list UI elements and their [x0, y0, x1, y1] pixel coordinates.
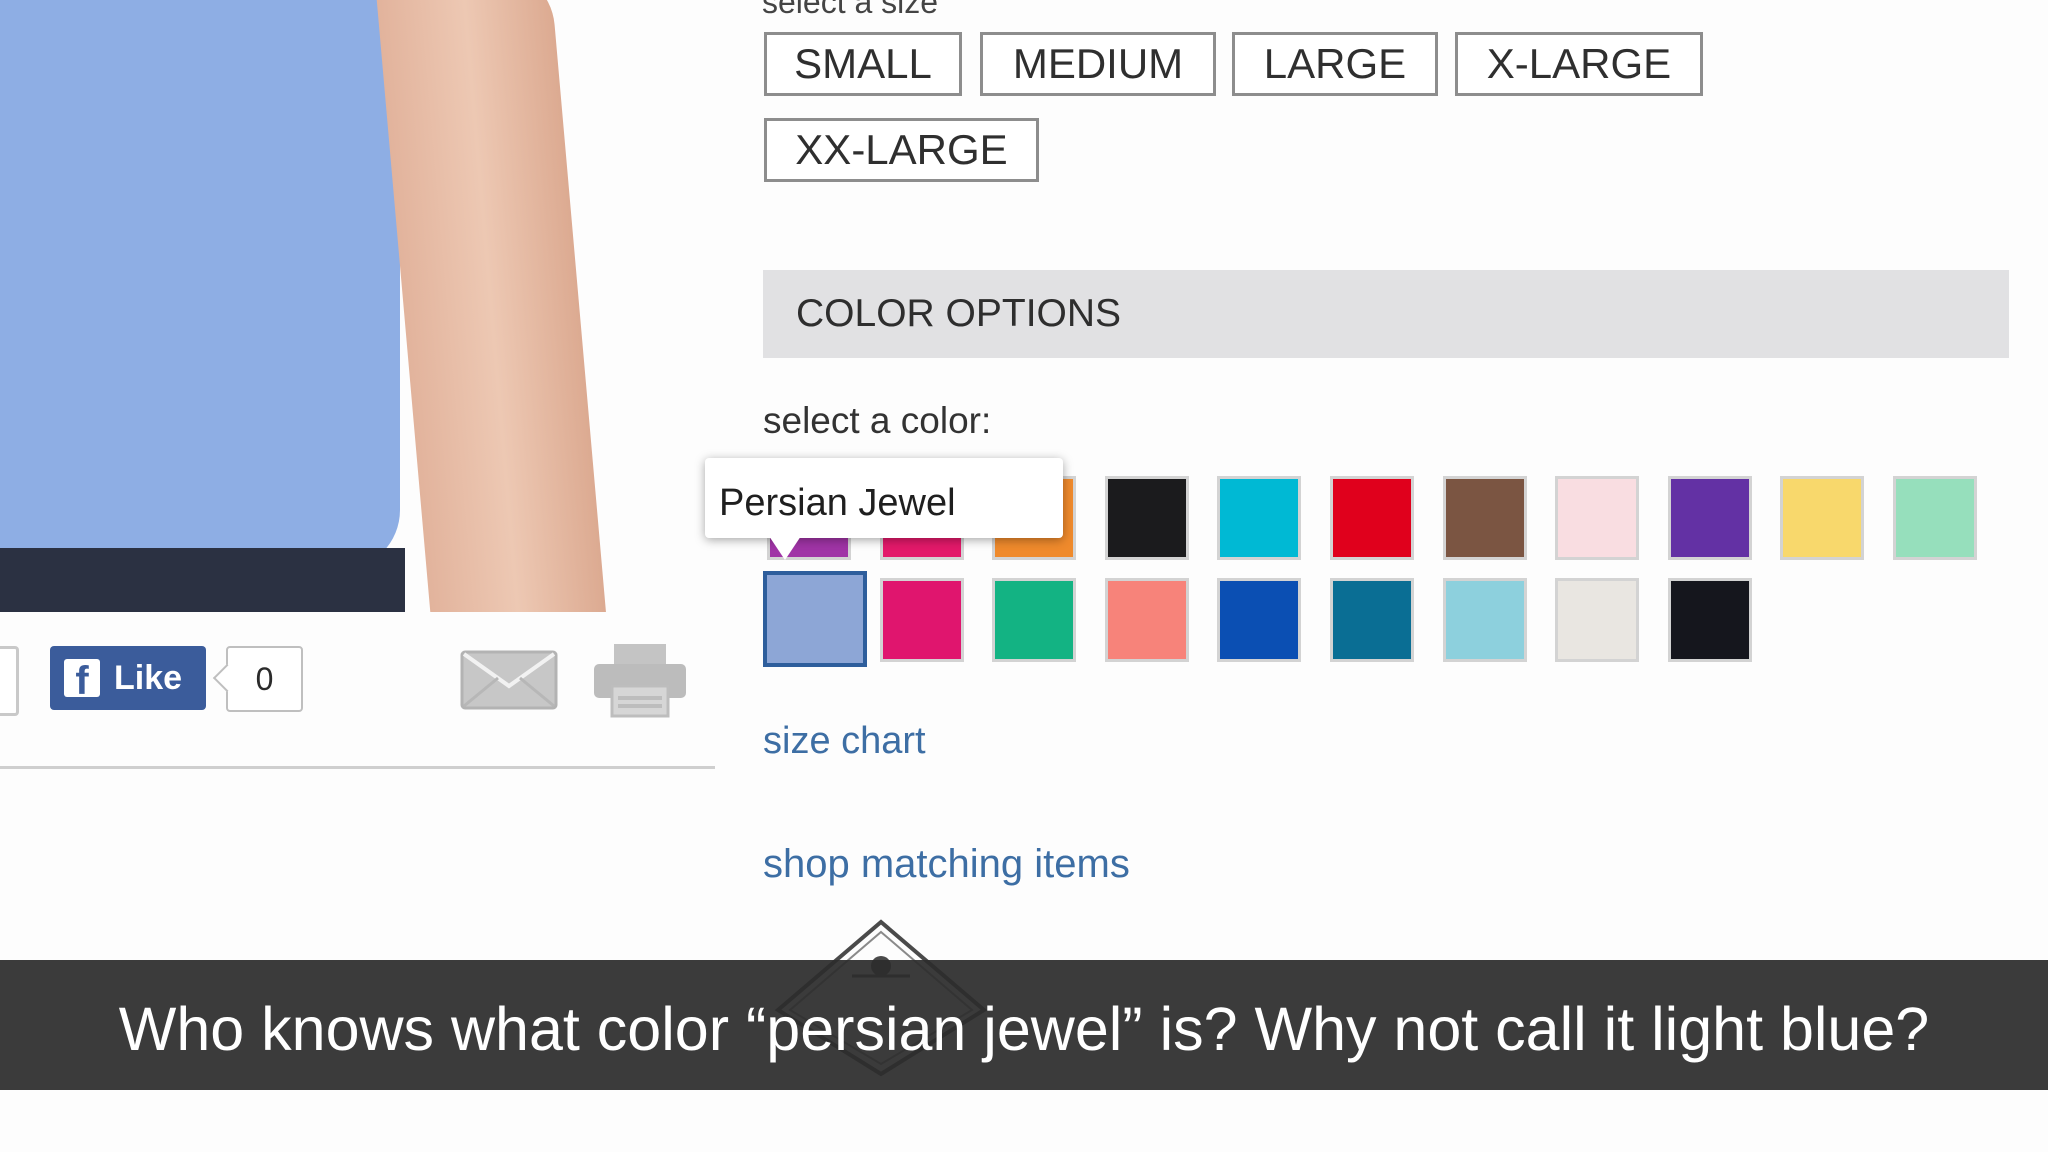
model-arm: [375, 0, 606, 612]
select-color-label: select a color:: [763, 400, 992, 441]
like-label: Like: [114, 658, 183, 697]
share-bar: f Like 0: [0, 612, 715, 770]
color-swatch[interactable]: [1893, 476, 1977, 560]
color-swatch[interactable]: [1443, 476, 1527, 560]
divider: [0, 766, 715, 769]
caption-bar: Who knows what color “persian jewel” is?…: [0, 960, 2048, 1090]
color-swatch[interactable]: [1330, 476, 1414, 560]
size-large-button[interactable]: LARGE: [1232, 32, 1438, 96]
caption-text: Who knows what color “persian jewel” is?…: [118, 995, 1930, 1063]
facebook-icon: f: [64, 659, 100, 703]
product-photo: [0, 0, 720, 612]
email-icon[interactable]: [460, 650, 558, 710]
color-swatch[interactable]: [1668, 476, 1752, 560]
color-options-header: COLOR OPTIONS: [763, 270, 2009, 358]
share-button-partial[interactable]: [0, 646, 19, 716]
color-swatch[interactable]: [1105, 476, 1189, 560]
product-shirt: [0, 0, 400, 570]
size-xlarge-button[interactable]: X-LARGE: [1455, 32, 1703, 96]
model-jeans: [0, 548, 405, 612]
color-swatch[interactable]: [880, 578, 964, 662]
color-options-title: COLOR OPTIONS: [796, 292, 1122, 335]
color-swatch[interactable]: [1217, 476, 1301, 560]
size-medium-button[interactable]: MEDIUM: [980, 32, 1216, 96]
color-swatch[interactable]: [1217, 578, 1301, 662]
tooltip-text: Persian Jewel: [719, 482, 956, 524]
size-small-button[interactable]: SMALL: [764, 32, 962, 96]
size-chart-link[interactable]: size chart: [763, 720, 926, 763]
print-icon[interactable]: [592, 642, 688, 720]
color-swatch[interactable]: [1780, 476, 1864, 560]
color-swatch[interactable]: [1555, 476, 1639, 560]
color-swatch[interactable]: [992, 578, 1076, 662]
shop-matching-items-link[interactable]: shop matching items: [763, 842, 1130, 887]
facebook-like-button[interactable]: f Like: [50, 646, 206, 710]
color-tooltip: Persian Jewel: [705, 458, 1063, 560]
tooltip-pointer: [769, 536, 801, 560]
color-swatch[interactable]: [1555, 578, 1639, 662]
color-swatch-selected[interactable]: [763, 571, 867, 667]
color-swatch[interactable]: [1105, 578, 1189, 662]
size-heading: select a size: [762, 0, 939, 20]
like-count: 0: [226, 646, 303, 712]
size-xxlarge-button[interactable]: XX-LARGE: [764, 118, 1039, 182]
color-swatch[interactable]: [1668, 578, 1752, 662]
color-swatch[interactable]: [1443, 578, 1527, 662]
color-swatch[interactable]: [1330, 578, 1414, 662]
